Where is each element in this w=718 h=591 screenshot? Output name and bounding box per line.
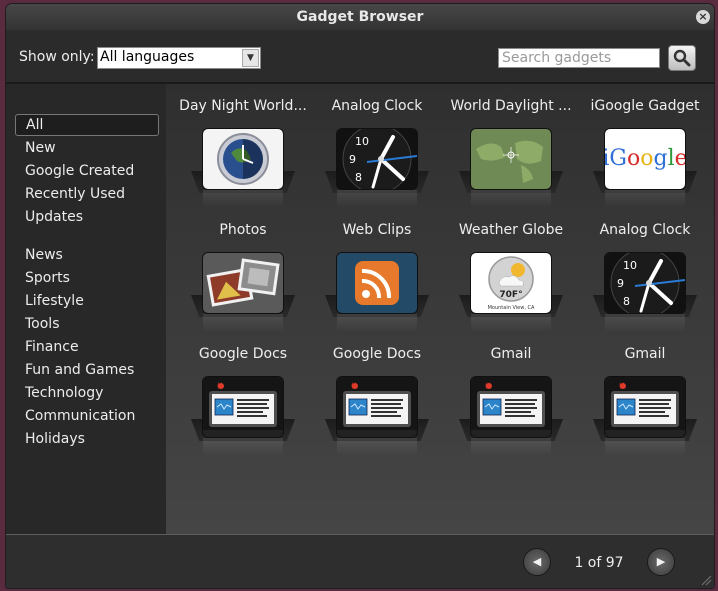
gadget-tile[interactable] (459, 129, 563, 209)
tile-reflection (605, 438, 685, 456)
gadget-name[interactable]: Gmail (444, 346, 578, 362)
clock-label-10: 10 (623, 259, 637, 272)
sidebar-item[interactable]: Sports (15, 267, 159, 289)
docs-widget-icon[interactable]: (( (337, 377, 417, 437)
gadget-name[interactable]: Photos (176, 222, 310, 238)
docs-widget-icon[interactable]: (( (203, 377, 283, 437)
close-button[interactable]: × (696, 10, 710, 24)
tile-reflection (605, 314, 685, 332)
gadget-name[interactable]: World Daylight ... (444, 98, 578, 114)
resize-grip-icon[interactable] (700, 574, 712, 586)
tile-reflection (471, 190, 551, 208)
analog-clock-icon[interactable]: 10 9 8 (605, 253, 685, 313)
sidebar-item[interactable]: Communication (15, 405, 159, 427)
sidebar-item[interactable]: New (15, 137, 159, 159)
tile-reflection (337, 314, 417, 332)
gadget-name[interactable]: Google Docs (176, 346, 310, 362)
sidebar-item[interactable]: Finance (15, 336, 159, 358)
sidebar-item[interactable]: News (15, 244, 159, 266)
tile-reflection (203, 438, 283, 456)
clock-label-10: 10 (355, 135, 369, 148)
igoogle-logo-icon[interactable]: iGoogle (605, 129, 685, 189)
gadget-tile[interactable] (325, 253, 429, 333)
gadget-tile[interactable]: (( (459, 377, 563, 457)
language-select-value: All languages (100, 49, 195, 65)
chevron-right-icon: ▶ (656, 555, 666, 568)
gadget-name[interactable]: Google Docs (310, 346, 444, 362)
gadget-tile[interactable]: iGoogle (593, 129, 697, 209)
toolbar: Show only: All languages ▼ (6, 30, 714, 82)
gadget-tile[interactable] (191, 253, 295, 333)
weather-location: Mountain View, CA (488, 305, 535, 311)
gadget-name[interactable]: Weather Globe (444, 222, 578, 238)
analog-clock-icon[interactable]: 10 9 8 (337, 129, 417, 189)
sidebar-item[interactable]: Holidays (15, 428, 159, 450)
sidebar-item[interactable]: Recently Used (15, 183, 159, 205)
gadget-tile[interactable]: (( (191, 377, 295, 457)
language-select[interactable]: All languages ▼ (97, 47, 261, 69)
gadget-name[interactable]: Analog Clock (310, 98, 444, 114)
tile-reflection (203, 190, 283, 208)
weather-globe-icon[interactable]: 70F° Mountain View, CA (471, 253, 551, 313)
gadget-tile[interactable] (191, 129, 295, 209)
gadget-tile[interactable]: (( (325, 377, 429, 457)
title-bar[interactable]: Gadget Browser × (6, 4, 714, 30)
chevron-left-icon: ◀ (532, 555, 542, 568)
tile-reflection (471, 314, 551, 332)
globe-clock-icon[interactable] (203, 129, 283, 189)
gmail-widget-icon[interactable]: (( (605, 377, 685, 437)
search-button[interactable] (668, 45, 696, 71)
sidebar-item[interactable]: Google Created (15, 160, 159, 182)
sidebar-item[interactable]: Technology (15, 382, 159, 404)
search-icon (673, 49, 691, 67)
tile-reflection (471, 438, 551, 456)
show-only-label: Show only: (19, 49, 95, 65)
clock-label-8: 8 (623, 295, 630, 308)
weather-temperature: 70F° (499, 290, 522, 300)
clock-label-9: 9 (349, 153, 356, 166)
clock-label-8: 8 (355, 171, 362, 184)
next-page-button[interactable]: ▶ (647, 548, 675, 576)
tile-reflection (605, 190, 685, 208)
sidebar-item[interactable]: Lifestyle (15, 290, 159, 312)
tile-reflection (337, 190, 417, 208)
gadget-tile[interactable]: 10 9 8 (325, 129, 429, 209)
photos-icon[interactable] (203, 253, 283, 313)
category-sidebar: All New Google Created Recently Used Updates… (6, 84, 166, 534)
gadget-browser-window: Gadget Browser × Show only: All language… (6, 4, 714, 588)
previous-page-button[interactable]: ◀ (523, 548, 551, 576)
page-indicator: 1 of 97 (574, 555, 624, 571)
svg-text:iGoogle: iGoogle (605, 146, 685, 171)
gmail-widget-icon[interactable]: (( (471, 377, 551, 437)
sidebar-item[interactable]: All (15, 114, 159, 136)
gadget-tile[interactable]: 70F° Mountain View, CA (459, 253, 563, 333)
chevron-down-icon[interactable]: ▼ (242, 49, 259, 67)
gadget-tile[interactable]: 10 9 8 (593, 253, 697, 333)
pagination-bar: ◀ 1 of 97 ▶ (6, 535, 714, 588)
search-input[interactable] (498, 48, 660, 68)
gadget-tile[interactable]: (( (593, 377, 697, 457)
tile-reflection (337, 438, 417, 456)
clock-label-9: 9 (617, 277, 624, 290)
window-title: Gadget Browser (296, 9, 424, 25)
tile-reflection (203, 314, 283, 332)
rss-feed-icon[interactable] (337, 253, 417, 313)
sidebar-item[interactable]: Fun and Games (15, 359, 159, 381)
gadget-name[interactable]: Web Clips (310, 222, 444, 238)
sidebar-item[interactable]: Tools (15, 313, 159, 335)
gadget-name[interactable]: Gmail (578, 346, 712, 362)
sidebar-item[interactable]: Updates (15, 206, 159, 228)
gadget-name[interactable]: Analog Clock (578, 222, 712, 238)
gadget-name[interactable]: Day Night World... (176, 98, 310, 114)
world-map-icon[interactable] (471, 129, 551, 189)
gadget-name[interactable]: iGoogle Gadget (578, 98, 712, 114)
gadget-grid: Day Night World... Analog Clock 10 9 8 World … (166, 84, 714, 534)
